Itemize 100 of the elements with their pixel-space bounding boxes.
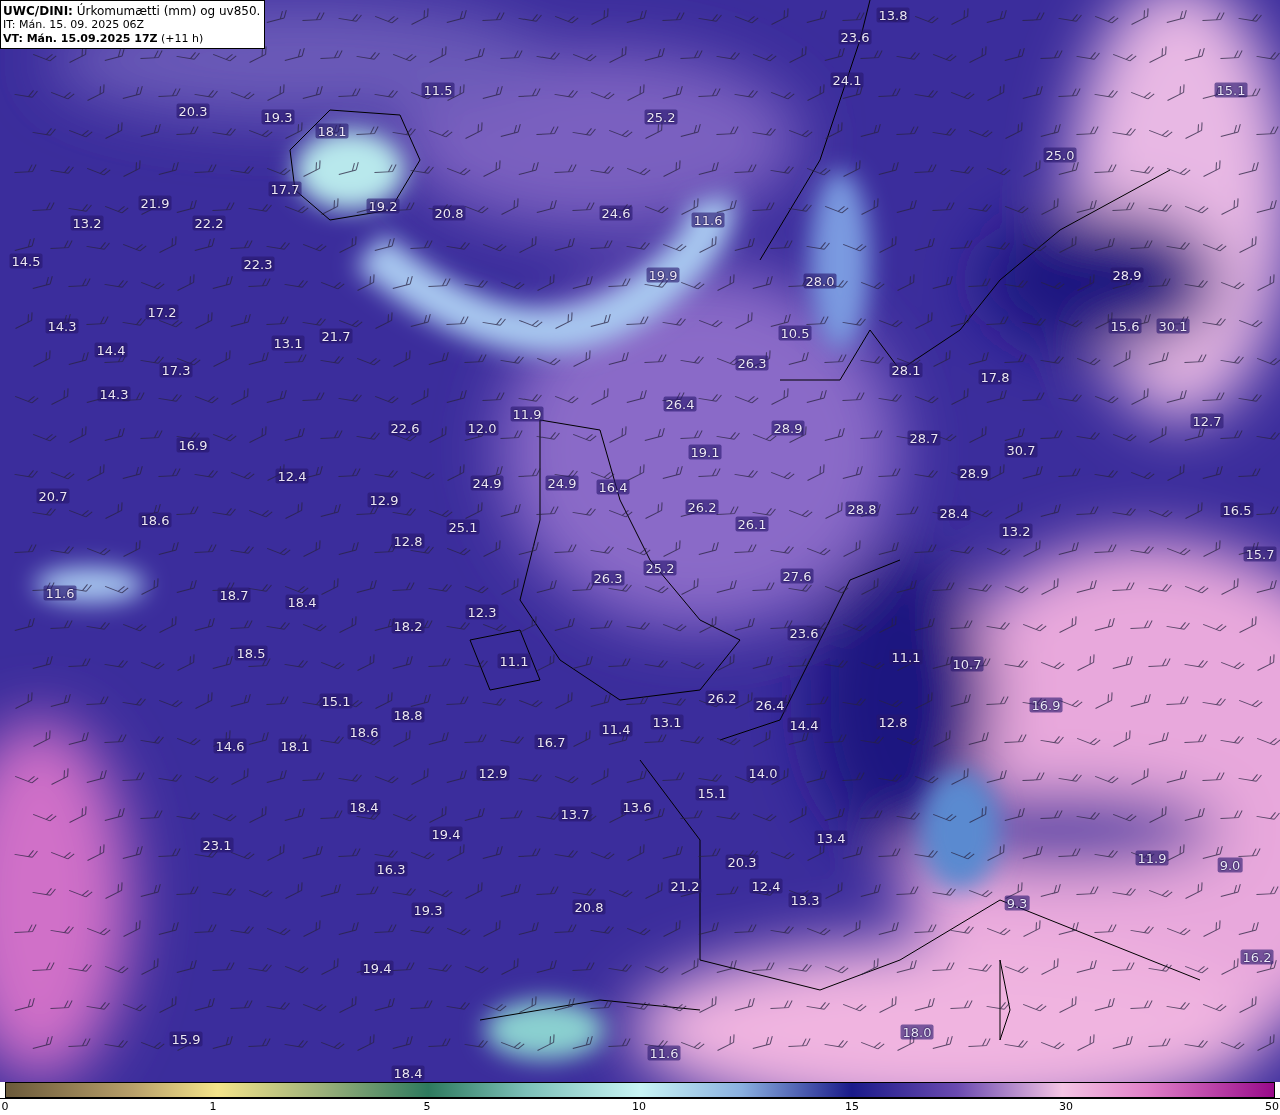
value-label: 19.2 xyxy=(366,198,400,214)
value-label: 28.8 xyxy=(845,501,879,517)
map-title-line: VT: Mán. 15.09.2025 17Z (+11 h) xyxy=(3,32,205,46)
value-label: 27.6 xyxy=(780,568,814,584)
value-label: 13.1 xyxy=(271,335,305,351)
value-label: 11.4 xyxy=(599,721,633,737)
value-label: 30.1 xyxy=(1156,318,1190,334)
value-label: 17.2 xyxy=(145,304,179,320)
value-label: 18.6 xyxy=(347,724,381,740)
value-label: 16.3 xyxy=(374,861,408,877)
colorbar-tick-label: 50 xyxy=(1265,1100,1279,1113)
value-label: 11.9 xyxy=(510,406,544,422)
value-label: 30.7 xyxy=(1004,442,1038,458)
colorbar-tick-label: 5 xyxy=(423,1100,431,1113)
value-label: 28.7 xyxy=(907,430,941,446)
value-label: 13.7 xyxy=(558,806,592,822)
value-label: 12.9 xyxy=(476,765,510,781)
value-label: 20.3 xyxy=(725,854,759,870)
value-label: 11.9 xyxy=(1135,850,1169,866)
value-label: 28.9 xyxy=(1110,267,1144,283)
value-label: 15.1 xyxy=(695,785,729,801)
value-label: 18.7 xyxy=(217,587,251,603)
value-label: 18.4 xyxy=(285,594,319,610)
value-label: 25.0 xyxy=(1043,147,1077,163)
value-label: 28.0 xyxy=(803,273,837,289)
value-label: 16.4 xyxy=(596,479,630,495)
value-label: 18.8 xyxy=(391,707,425,723)
value-label: 25.1 xyxy=(446,519,480,535)
value-label: 18.1 xyxy=(315,123,349,139)
value-label: 18.4 xyxy=(347,799,381,815)
value-label: 20.3 xyxy=(176,103,210,119)
value-label: 23.1 xyxy=(200,837,234,853)
value-label: 24.1 xyxy=(830,72,864,88)
value-label: 19.9 xyxy=(646,267,680,283)
value-label: 22.2 xyxy=(192,215,226,231)
value-label: 13.4 xyxy=(814,830,848,846)
value-label: 16.9 xyxy=(1029,697,1063,713)
value-label: 21.7 xyxy=(319,328,353,344)
value-label: 16.5 xyxy=(1220,502,1254,518)
colorbar-tick-label: 10 xyxy=(632,1100,646,1113)
value-label: 26.3 xyxy=(735,355,769,371)
value-label: 20.7 xyxy=(36,488,70,504)
value-label: 12.3 xyxy=(465,604,499,620)
value-label: 26.3 xyxy=(591,570,625,586)
value-label: 11.6 xyxy=(647,1045,681,1061)
value-label: 28.9 xyxy=(957,465,991,481)
value-label: 13.2 xyxy=(999,523,1033,539)
value-label: 28.1 xyxy=(889,362,923,378)
value-label: 13.6 xyxy=(620,799,654,815)
value-label: 15.9 xyxy=(169,1031,203,1047)
value-label: 10.5 xyxy=(778,325,812,341)
value-label: 12.4 xyxy=(749,878,783,894)
value-label: 26.4 xyxy=(753,697,787,713)
value-label: 13.8 xyxy=(876,7,910,23)
value-label: 19.1 xyxy=(688,444,722,460)
value-label: 14.0 xyxy=(746,765,780,781)
value-label: 24.6 xyxy=(599,205,633,221)
value-label: 15.7 xyxy=(1243,546,1277,562)
value-label: 26.1 xyxy=(735,516,769,532)
value-label: 18.4 xyxy=(391,1065,425,1081)
value-label: 18.1 xyxy=(278,738,312,754)
value-label: 9.0 xyxy=(1217,857,1243,873)
colorbar-tick-label: 15 xyxy=(845,1100,859,1113)
value-label: 17.8 xyxy=(978,369,1012,385)
value-label: 9.3 xyxy=(1004,895,1030,911)
value-label: 16.7 xyxy=(534,734,568,750)
value-label: 11.1 xyxy=(497,653,531,669)
value-label: 15.6 xyxy=(1108,318,1142,334)
value-label: 24.9 xyxy=(545,475,579,491)
value-label: 12.8 xyxy=(391,533,425,549)
value-label: 19.4 xyxy=(360,960,394,976)
value-label: 18.5 xyxy=(234,645,268,661)
colorbar-tick-label: 30 xyxy=(1059,1100,1073,1113)
value-label: 12.9 xyxy=(367,492,401,508)
value-label: 10.7 xyxy=(950,656,984,672)
value-label: 26.4 xyxy=(663,396,697,412)
value-label: 22.3 xyxy=(241,256,275,272)
value-label: 11.5 xyxy=(421,82,455,98)
value-label: 22.6 xyxy=(388,420,422,436)
value-label: 11.6 xyxy=(43,585,77,601)
value-label: 11.1 xyxy=(889,649,923,665)
value-label: 20.8 xyxy=(432,205,466,221)
value-label: 12.4 xyxy=(275,468,309,484)
value-label: 23.6 xyxy=(787,625,821,641)
value-label: 20.8 xyxy=(572,899,606,915)
value-label: 14.3 xyxy=(97,386,131,402)
value-label: 14.3 xyxy=(45,318,79,334)
value-label: 11.6 xyxy=(691,212,725,228)
value-label: 14.4 xyxy=(94,342,128,358)
value-label: 18.6 xyxy=(138,512,172,528)
value-label: 28.4 xyxy=(937,505,971,521)
value-label: 18.2 xyxy=(391,618,425,634)
value-label: 14.6 xyxy=(213,738,247,754)
value-label: 15.1 xyxy=(1214,82,1248,98)
map-title-line: UWC/DINI: Úrkomumætti (mm) og uv850. xyxy=(3,4,261,18)
value-label: 13.3 xyxy=(788,892,822,908)
value-label: 17.3 xyxy=(159,362,193,378)
value-label: 21.2 xyxy=(668,878,702,894)
value-label: 18.0 xyxy=(900,1024,934,1040)
value-label: 15.1 xyxy=(319,693,353,709)
